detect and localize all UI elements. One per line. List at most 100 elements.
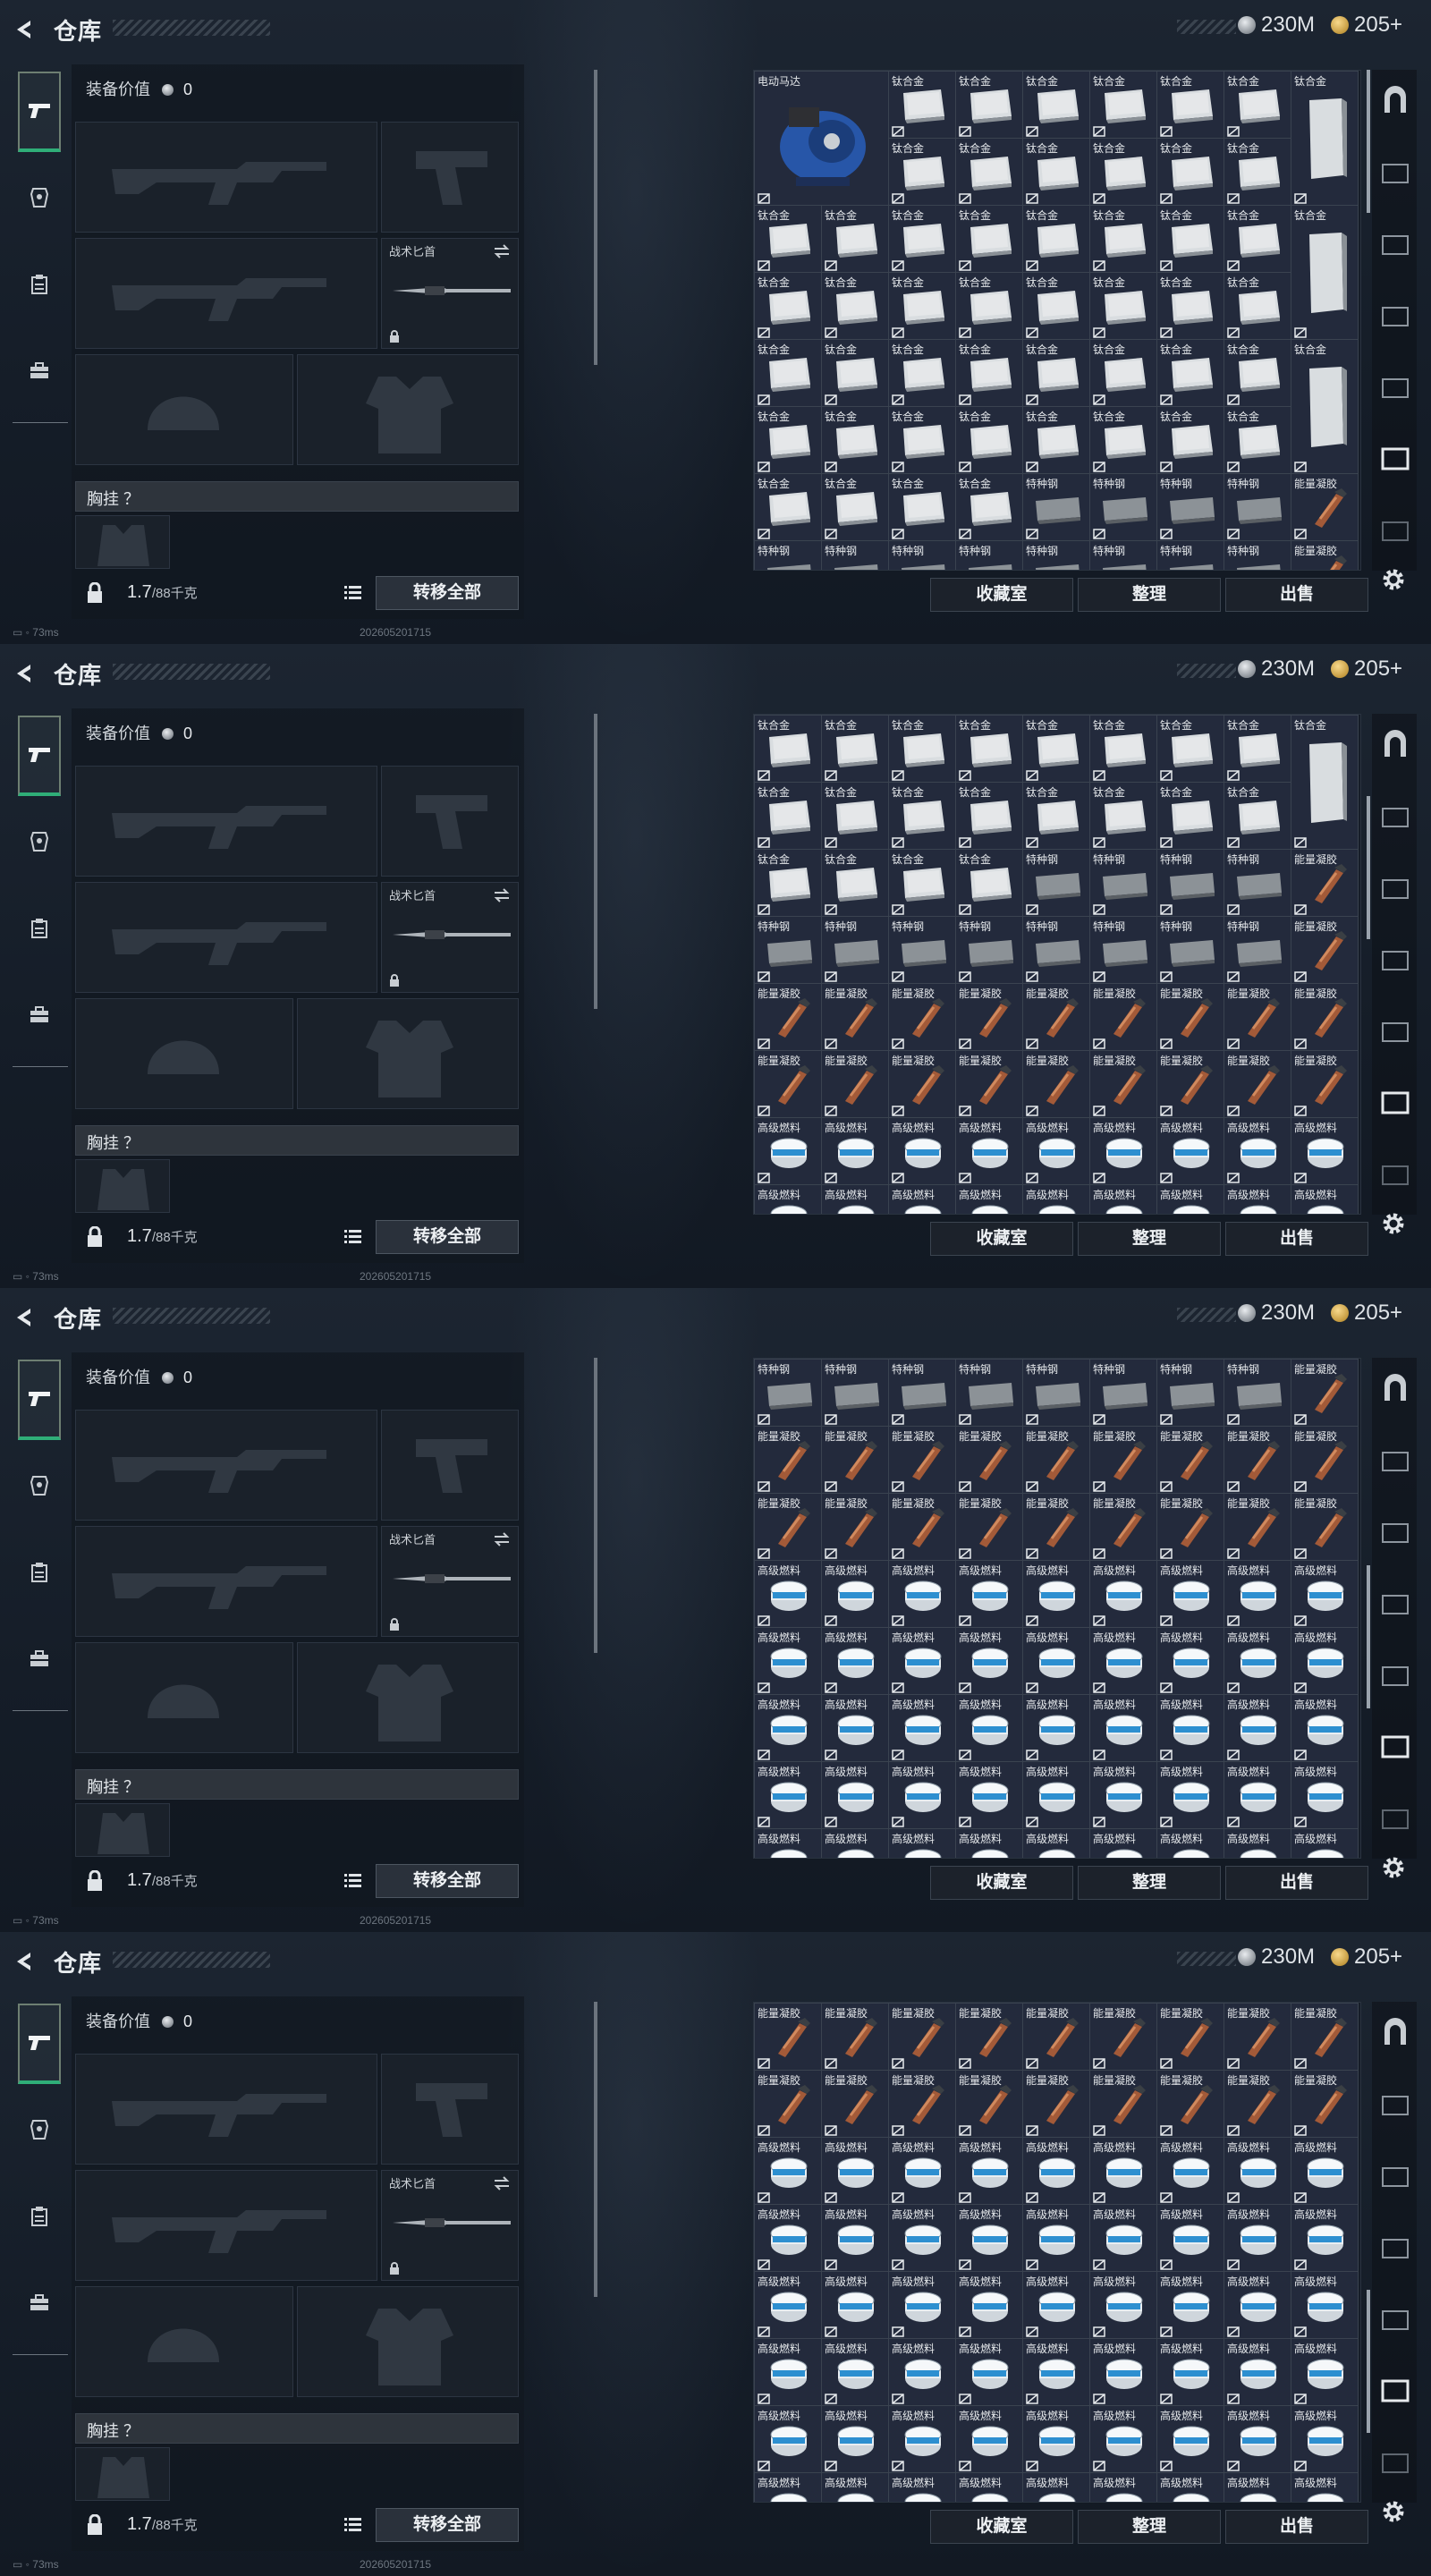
swap-icon[interactable] [493,2176,511,2190]
stash-item-steel[interactable]: 特种钢 [1224,541,1291,570]
stash-item-gel[interactable]: 能量凝胶 [755,1427,821,1493]
stash-item-gel[interactable]: 能量凝胶 [1291,1358,1358,1359]
tv-icon[interactable] [1379,1587,1411,1619]
sort-button[interactable]: 整理 [1078,578,1221,612]
secondary-weapon-slot[interactable] [75,2170,377,2281]
gold-currency[interactable]: 205+ [1331,13,1402,38]
stash-item-gel[interactable]: 能量凝胶 [956,984,1022,1050]
stash-item-fuel[interactable]: 高级燃料 [822,1829,888,1858]
stash-item-titanium[interactable]: 钛合金 [1224,72,1291,138]
tv-icon[interactable] [1379,370,1411,402]
stash-item-steel[interactable]: 特种钢 [1023,917,1089,983]
sell-button[interactable]: 出售 [1225,1866,1368,1900]
stash-item-fuel[interactable]: 高级燃料 [1023,1118,1089,1184]
stash-item-fuel[interactable]: 高级燃料 [755,1628,821,1694]
chest-rig-header[interactable]: 胸挂 ？ [75,1125,519,1156]
tv-icon[interactable] [1379,1801,1411,1834]
stash-item-gel[interactable]: 能量凝胶 [1157,2071,1224,2137]
stash-item-titanium[interactable]: 钛合金 [755,850,821,916]
transfer-all-button[interactable]: 转移全部 [376,1220,519,1254]
stash-item-fuel[interactable]: 高级燃料 [755,2406,821,2472]
stash-item-steel[interactable]: 特种钢 [1090,850,1156,916]
stash-item-titanium[interactable]: 钛合金 [822,206,888,272]
stash-item-gel[interactable]: 能量凝胶 [1157,984,1224,1050]
stash-item-titanium[interactable]: 钛合金 [1224,714,1291,715]
nav-backpack[interactable] [18,993,61,1036]
secondary-weapon-slot[interactable] [75,882,377,993]
stash-item-gel[interactable]: 能量凝胶 [956,2071,1022,2137]
stash-item-fuel[interactable]: 高级燃料 [822,1628,888,1694]
stash-item-gel[interactable]: 能量凝胶 [1090,1427,1156,1493]
stash-item-titanium[interactable]: 钛合金 [822,783,888,849]
stash-item-gel[interactable]: 能量凝胶 [822,984,888,1050]
stash-item-fuel[interactable]: 高级燃料 [1291,1762,1358,1828]
stash-item-titanium[interactable]: 钛合金 [1224,340,1291,406]
stash-item-gel[interactable]: 能量凝胶 [1224,2004,1291,2070]
stash-item-steel[interactable]: 特种钢 [755,917,821,983]
arch-icon[interactable] [1379,84,1411,116]
stash-item-gel[interactable]: 能量凝胶 [1291,2004,1358,2070]
stash-item-fuel[interactable]: 高级燃料 [1157,1695,1224,1761]
stash-item-steel[interactable]: 特种钢 [1157,1358,1224,1359]
stash-item-fuel[interactable]: 高级燃料 [1090,2339,1156,2405]
stash-item-titanium[interactable]: 钛合金 [755,783,821,849]
stash-item-titanium[interactable]: 钛合金 [889,206,955,272]
list-icon[interactable] [343,583,363,601]
stash-item-fuel[interactable]: 高级燃料 [956,1118,1022,1184]
stash-item-steel[interactable]: 特种钢 [1023,541,1089,570]
primary-weapon-slot[interactable] [75,766,377,877]
stash-item-titanium[interactable]: 钛合金 [1291,716,1358,849]
sell-button[interactable]: 出售 [1225,578,1368,612]
primary-weapon-slot[interactable] [75,122,377,233]
stash-grid-viewport[interactable]: 电动马达钛合金钛合金钛合金钛合金钛合金钛合金钛合金钛合金钛合金钛合金钛合金钛合金… [753,1358,1361,1859]
stash-item-titanium[interactable]: 钛合金 [1090,716,1156,782]
stash-item-titanium[interactable]: 钛合金 [956,273,1022,339]
stash-item-steel[interactable]: 特种钢 [1157,850,1224,916]
stash-item-fuel[interactable]: 高级燃料 [889,1762,955,1828]
stash-item-fuel[interactable]: 高级燃料 [956,2406,1022,2472]
stash-item-titanium[interactable]: 钛合金 [889,1358,955,1359]
stash-item-gel[interactable]: 能量凝胶 [1090,1494,1156,1560]
tv-icon[interactable] [1379,1515,1411,1547]
loadout-scrollbar[interactable] [594,2002,597,2297]
stash-item-fuel[interactable]: 高级燃料 [1224,1561,1291,1627]
nav-armor[interactable] [18,1464,61,1507]
stash-item-fuel[interactable]: 高级燃料 [1157,1561,1224,1627]
tv-icon[interactable] [1379,2445,1411,2478]
armor-slot[interactable] [297,354,519,465]
stash-item-fuel[interactable]: 高级燃料 [1023,1561,1089,1627]
stash-item-gel[interactable]: 能量凝胶 [1291,1494,1358,1560]
stash-item-fuel[interactable]: 高级燃料 [1291,1628,1358,1694]
swap-icon[interactable] [493,244,511,258]
secondary-weapon-slot[interactable] [75,238,377,349]
stash-item-titanium[interactable]: 钛合金 [1157,139,1224,205]
stash-item-fuel[interactable]: 高级燃料 [1224,2205,1291,2271]
stash-item-steel[interactable]: 特种钢 [1023,2002,1089,2003]
stash-item-gel[interactable]: 能量凝胶 [1224,2071,1291,2137]
stash-item-fuel[interactable]: 高级燃料 [1157,1762,1224,1828]
stash-item-titanium[interactable]: 钛合金 [1157,407,1224,473]
tv-icon[interactable] [1379,1014,1411,1046]
stash-item-fuel[interactable]: 高级燃料 [956,2205,1022,2271]
loadout-scrollbar[interactable] [594,714,597,1009]
stash-item-titanium[interactable]: 钛合金 [1157,714,1224,715]
stash-item-gel[interactable]: 能量凝胶 [755,2071,821,2137]
stash-item-titanium[interactable]: 钛合金 [956,850,1022,916]
stash-item-gel[interactable]: 能量凝胶 [889,1494,955,1560]
stash-item-steel[interactable]: 特种钢 [1224,917,1291,983]
primary-weapon-slot[interactable] [75,1410,377,1521]
stash-item-fuel[interactable]: 高级燃料 [1224,2339,1291,2405]
stash-grid-viewport[interactable]: 电动马达钛合金钛合金钛合金钛合金钛合金钛合金钛合金钛合金钛合金钛合金钛合金钛合金… [753,70,1361,571]
knife-slot[interactable]: 战术匕首 [381,882,519,993]
stash-item-steel[interactable]: 特种钢 [889,917,955,983]
stash-item-titanium[interactable]: 钛合金 [956,340,1022,406]
pistol-slot[interactable] [381,1410,519,1521]
stash-item-gel[interactable]: 能量凝胶 [822,2071,888,2137]
sort-button[interactable]: 整理 [1078,1866,1221,1900]
tv-icon[interactable] [1379,1157,1411,1190]
stash-item-fuel[interactable]: 高级燃料 [956,1695,1022,1761]
stash-item-fuel[interactable]: 高级燃料 [1224,1829,1291,1858]
stash-item-steel[interactable]: 特种钢 [1157,541,1224,570]
stash-item-fuel[interactable]: 高级燃料 [1090,2406,1156,2472]
nav-weapons[interactable] [18,1360,61,1440]
